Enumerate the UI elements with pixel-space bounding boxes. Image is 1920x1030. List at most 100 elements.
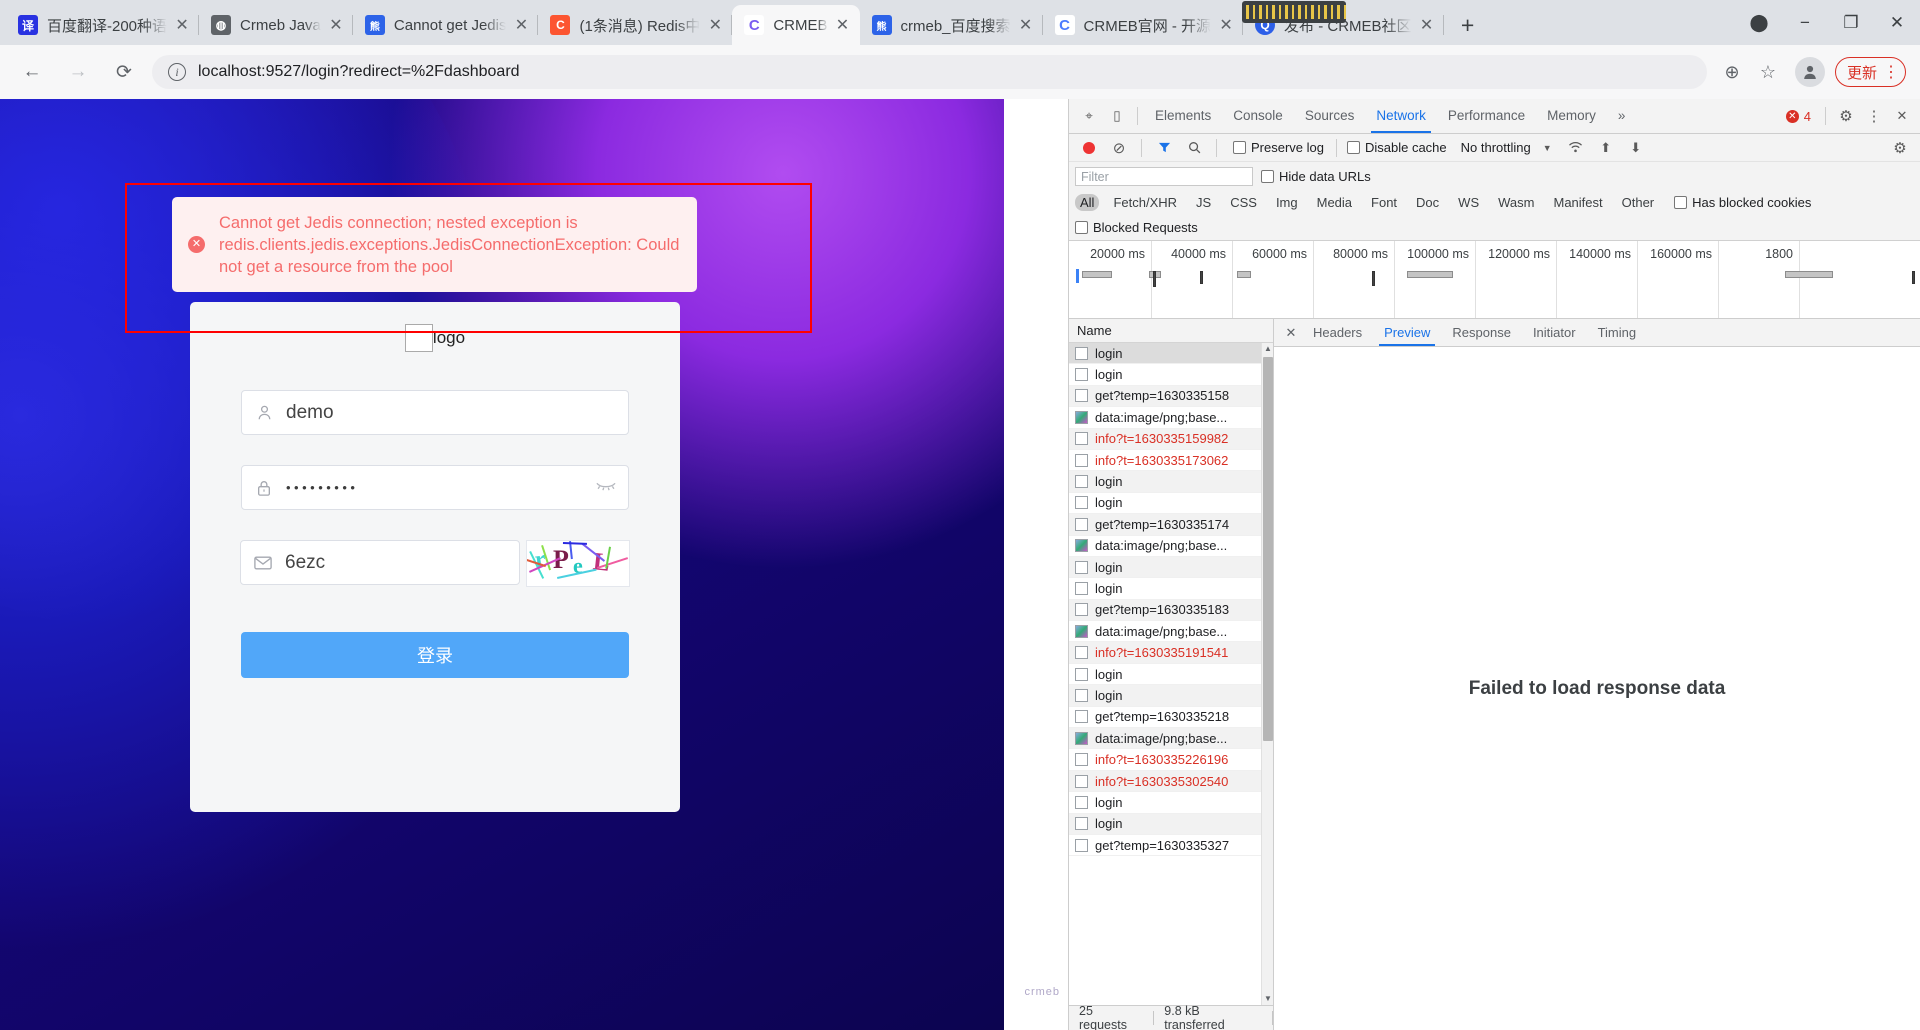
request-list[interactable]: login login get?temp=1630335158 data:image/… [1069, 343, 1273, 1005]
request-row[interactable]: data:image/png;base... [1069, 728, 1273, 750]
devtools-menu-icon[interactable]: ⋮ [1860, 102, 1888, 130]
type-filter-img[interactable]: Img [1271, 194, 1303, 211]
browser-tab-6[interactable]: C CRMEB官网 - 开源 ✕ [1043, 5, 1244, 45]
network-settings-gear-icon[interactable]: ⚙ [1886, 134, 1914, 162]
tab-performance[interactable]: Performance [1437, 99, 1536, 133]
device-toolbar-icon[interactable]: ▯ [1103, 102, 1131, 130]
zoom-icon[interactable]: ⊕ [1715, 55, 1749, 89]
type-filter-js[interactable]: JS [1191, 194, 1216, 211]
type-filter-font[interactable]: Font [1366, 194, 1402, 211]
request-row[interactable]: login [1069, 792, 1273, 814]
tab-console[interactable]: Console [1222, 99, 1294, 133]
error-count-badge[interactable]: ✕ 4 [1778, 109, 1819, 124]
tab-close-icon[interactable]: ✕ [1215, 14, 1237, 36]
eye-off-icon[interactable] [596, 478, 616, 498]
browser-menu-icon[interactable]: ⋮ [1883, 62, 1899, 82]
back-icon[interactable]: ← [14, 54, 50, 90]
gear-icon[interactable]: ⚙ [1832, 102, 1860, 130]
checkbox-box[interactable] [1075, 221, 1088, 234]
import-har-icon[interactable]: ⬆ [1592, 134, 1620, 162]
hide-data-urls-checkbox[interactable]: Hide data URLs [1261, 169, 1371, 184]
request-row[interactable]: info?t=1630335191541 [1069, 642, 1273, 664]
request-row[interactable]: login [1069, 343, 1273, 365]
detail-tab-response[interactable]: Response [1441, 319, 1522, 346]
request-row[interactable]: login [1069, 685, 1273, 707]
network-overview-timeline[interactable]: 20000 ms 40000 ms 60000 ms 80000 ms 1000… [1069, 241, 1920, 319]
tab-memory[interactable]: Memory [1536, 99, 1607, 133]
request-row[interactable]: info?t=1630335173062 [1069, 450, 1273, 472]
profile-avatar-icon[interactable] [1794, 57, 1825, 87]
request-row[interactable]: login [1069, 556, 1273, 579]
browser-tab-4-active[interactable]: C CRMEB ✕ [732, 5, 860, 45]
forward-icon[interactable]: → [60, 54, 96, 90]
update-button[interactable]: 更新 ⋮ [1834, 57, 1906, 87]
type-filter-wasm[interactable]: Wasm [1493, 194, 1539, 211]
type-filter-fetch-xhr[interactable]: Fetch/XHR [1108, 194, 1182, 211]
type-filter-ws[interactable]: WS [1453, 194, 1484, 211]
request-row[interactable]: info?t=1630335159982 [1069, 428, 1273, 450]
browser-tab-5[interactable]: 熊 crmeb_百度搜索 ✕ [860, 5, 1043, 45]
detail-tab-preview[interactable]: Preview [1373, 319, 1441, 346]
tab-close-icon[interactable]: ✕ [325, 14, 347, 36]
more-tabs-icon[interactable]: » [1607, 99, 1637, 133]
browser-tab-1[interactable]: ◍ Crmeb Java ✕ [199, 5, 353, 45]
request-row[interactable]: get?temp=1630335327 [1069, 835, 1273, 857]
new-tab-button[interactable]: + [1452, 9, 1484, 41]
captcha-image[interactable]: r P e L [526, 540, 630, 587]
scrollbar-thumb[interactable] [1263, 357, 1273, 741]
type-filter-manifest[interactable]: Manifest [1548, 194, 1607, 211]
tab-close-icon[interactable]: ✕ [171, 14, 193, 36]
request-row[interactable]: login [1069, 664, 1273, 686]
request-row[interactable]: data:image/png;base... [1069, 621, 1273, 643]
tab-close-icon[interactable]: ✕ [1015, 14, 1037, 36]
chevron-down-icon[interactable]: ▼ [1543, 143, 1552, 153]
tab-sources[interactable]: Sources [1294, 99, 1366, 133]
address-bar[interactable]: i localhost:9527/login?redirect=%2Fdashb… [152, 55, 1707, 89]
filter-funnel-icon[interactable] [1150, 134, 1178, 162]
password-field[interactable]: ••••••••• [241, 465, 629, 510]
detail-tab-timing[interactable]: Timing [1587, 319, 1648, 346]
request-row[interactable]: get?temp=1630335174 [1069, 514, 1273, 536]
scroll-up-arrow-icon[interactable]: ▲ [1262, 343, 1273, 355]
request-list-scrollbar[interactable]: ▲ ▼ [1261, 343, 1273, 1005]
preserve-log-checkbox[interactable]: Preserve log [1233, 140, 1324, 155]
request-row[interactable]: login [1069, 471, 1273, 493]
request-row[interactable]: login [1069, 364, 1273, 386]
request-row[interactable]: login [1069, 493, 1273, 515]
tab-close-icon[interactable]: ✕ [510, 14, 532, 36]
browser-tab-0[interactable]: 译 百度翻译-200种语 ✕ [6, 5, 200, 45]
type-filter-css[interactable]: CSS [1225, 194, 1262, 211]
throttling-select[interactable]: No throttling ▼ [1461, 140, 1552, 155]
detail-close-icon[interactable]: ✕ [1280, 325, 1302, 341]
request-row[interactable]: get?temp=1630335218 [1069, 707, 1273, 729]
type-filter-doc[interactable]: Doc [1411, 194, 1444, 211]
type-filter-all[interactable]: All [1075, 194, 1100, 211]
request-column-header[interactable]: Name [1069, 319, 1273, 343]
disable-cache-checkbox[interactable]: Disable cache [1346, 140, 1447, 155]
request-row[interactable]: get?temp=1630335158 [1069, 385, 1273, 408]
request-row[interactable]: data:image/png;base... [1069, 536, 1273, 557]
tab-close-icon[interactable]: ✕ [704, 14, 726, 36]
detail-tab-initiator[interactable]: Initiator [1522, 319, 1587, 346]
maximize-button[interactable]: ❐ [1828, 0, 1874, 45]
request-row[interactable]: get?temp=1630335183 [1069, 599, 1273, 622]
network-conditions-icon[interactable] [1562, 134, 1590, 162]
request-row[interactable]: data:image/png;base... [1069, 407, 1273, 429]
inspect-element-icon[interactable]: ⌖ [1075, 102, 1103, 130]
minimize-button[interactable]: − [1782, 0, 1828, 45]
clear-icon[interactable]: ⊘ [1105, 134, 1133, 162]
request-row[interactable]: info?t=1630335226196 [1069, 749, 1273, 771]
filter-input[interactable]: Filter [1075, 166, 1253, 186]
captcha-input[interactable]: 6ezc [240, 540, 520, 585]
browser-tab-2[interactable]: 熊 Cannot get Jedis ✕ [353, 5, 539, 45]
close-window-button[interactable]: ✕ [1874, 0, 1920, 45]
tab-close-icon[interactable]: ✕ [832, 14, 854, 36]
scroll-down-arrow-icon[interactable]: ▼ [1262, 993, 1273, 1005]
export-har-icon[interactable]: ⬇ [1622, 134, 1650, 162]
tab-close-icon[interactable]: ✕ [1416, 14, 1438, 36]
extension-icon[interactable]: ⬤ [1736, 0, 1782, 45]
type-filter-other[interactable]: Other [1617, 194, 1660, 211]
browser-tab-3[interactable]: C (1条消息) Redis中 ✕ [538, 5, 733, 45]
login-submit-button[interactable]: 登录 [241, 632, 629, 678]
reload-icon[interactable]: ⟳ [106, 54, 142, 90]
